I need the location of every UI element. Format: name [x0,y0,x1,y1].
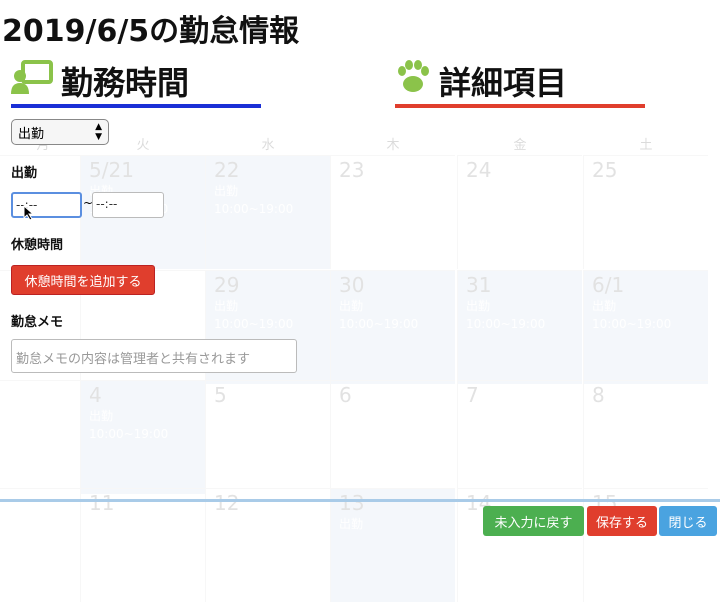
page-title: 2019/6/5の勤怠情報 [2,14,300,49]
calendar-day-time: 19:00 [0,385,24,399]
close-button[interactable]: 閉じる [659,506,717,536]
work-type-select[interactable]: 出勤 ▲ ▼ [11,119,109,145]
calendar-day-cell: 13 出勤 [330,488,455,602]
calendar-day-cell [0,488,105,602]
calendar-day-cell: 5 [205,380,330,494]
calendar-day-cell: 8 [583,380,708,494]
memo-label: 勤怠メモ [11,315,64,330]
mouse-cursor-icon [23,204,35,225]
calendar-weekday: 水 [261,138,275,153]
calendar-day-time: 10:00~19:00 [214,317,294,331]
paw-icon [395,60,431,102]
calendar-day-number: 5 [214,383,227,407]
calendar-day-number: 31 [466,273,492,297]
calendar-day-status: 出勤 [339,299,364,313]
calendar-day-number: 4 [89,383,102,407]
calendar-day-cell: 23 [330,155,455,269]
revert-button[interactable]: 未入力に戻す [483,506,584,536]
calendar-day-cell: 7 [457,380,582,494]
calendar-weekday: 土 [639,138,653,153]
calendar-day-time: 10:00~19:00 [214,202,294,216]
calendar-day-cell: 4 出勤 10:00~19:00 [80,380,205,494]
section-detail-title: 詳細項目 [395,58,567,104]
calendar-day-cell: 11 [80,488,205,602]
calendar-day-time: 10:00~19:00 [89,427,169,441]
calendar-day-number: 6 [339,383,352,407]
calendar-day-status: 出勤 [89,409,114,423]
add-break-button[interactable]: 休憩時間を追加する [11,265,155,295]
calendar-day-cell: 12 [205,488,330,602]
calendar-day-status: 出勤 [214,299,239,313]
section-detail-label: 詳細項目 [439,64,568,102]
work-type-value: 出勤 [18,126,45,142]
calendar-day-status: 出勤 [339,517,364,531]
select-updown-icon: ▲ ▼ [95,122,102,142]
calendar-day-number: 5/21 [89,158,134,182]
section-work-label: 勤務時間 [61,64,190,102]
calendar-day-number: 11 [89,491,115,515]
calendar-day-cell: 31 出勤 10:00~19:00 [457,270,582,384]
start-time-input[interactable]: --:-- [11,192,82,218]
calendar-day-cell: 19:00 [0,380,105,494]
calendar-day-status: 出勤 [592,299,617,313]
end-time-input[interactable]: --:-- [92,192,164,218]
calendar-day-number: 29 [214,273,240,297]
calendar-day-number: 13 [339,491,365,515]
footer-divider [0,499,720,502]
save-button[interactable]: 保存する [587,506,657,536]
calendar-day-number: 25 [592,158,618,182]
calendar-day-time: 10:00~19:00 [592,317,672,331]
person-screen-icon [11,59,53,103]
calendar-day-number: 6/1 [592,273,625,297]
calendar-day-number: 30 [339,273,365,297]
calendar-day-cell: 30 出勤 10:00~19:00 [330,270,455,384]
calendar-day-status: 出勤 [214,184,239,198]
calendar-day-time: 10:00~19:00 [466,317,546,331]
calendar-day-cell: 22 出勤 10:00~19:00 [205,155,330,269]
calendar-day-cell: 6/1 出勤 10:00~19:00 [583,270,708,384]
section-work-underline [11,104,261,108]
calendar-weekday: 金 [513,138,527,153]
break-time-label: 休憩時間 [11,238,64,253]
section-detail-underline [395,104,645,108]
calendar-day-number: 23 [339,158,365,182]
calendar-day-cell: 25 [583,155,708,269]
memo-input[interactable]: 勤怠メモの内容は管理者と共有されます [11,339,297,373]
calendar-day-number: 8 [592,383,605,407]
calendar-day-number: 12 [214,491,240,515]
calendar-day-cell: 6 [330,380,455,494]
section-work-title: 勤務時間 [11,58,189,104]
calendar-day-time: 10:00~19:00 [339,317,419,331]
calendar-day-number: 24 [466,158,492,182]
calendar-day-number: 7 [466,383,479,407]
calendar-day-cell: 24 [457,155,582,269]
attendance-label: 出勤 [11,166,38,181]
calendar-weekday: 木 [386,138,400,153]
calendar-day-status: 出勤 [466,299,491,313]
calendar-day-number: 22 [214,158,240,182]
